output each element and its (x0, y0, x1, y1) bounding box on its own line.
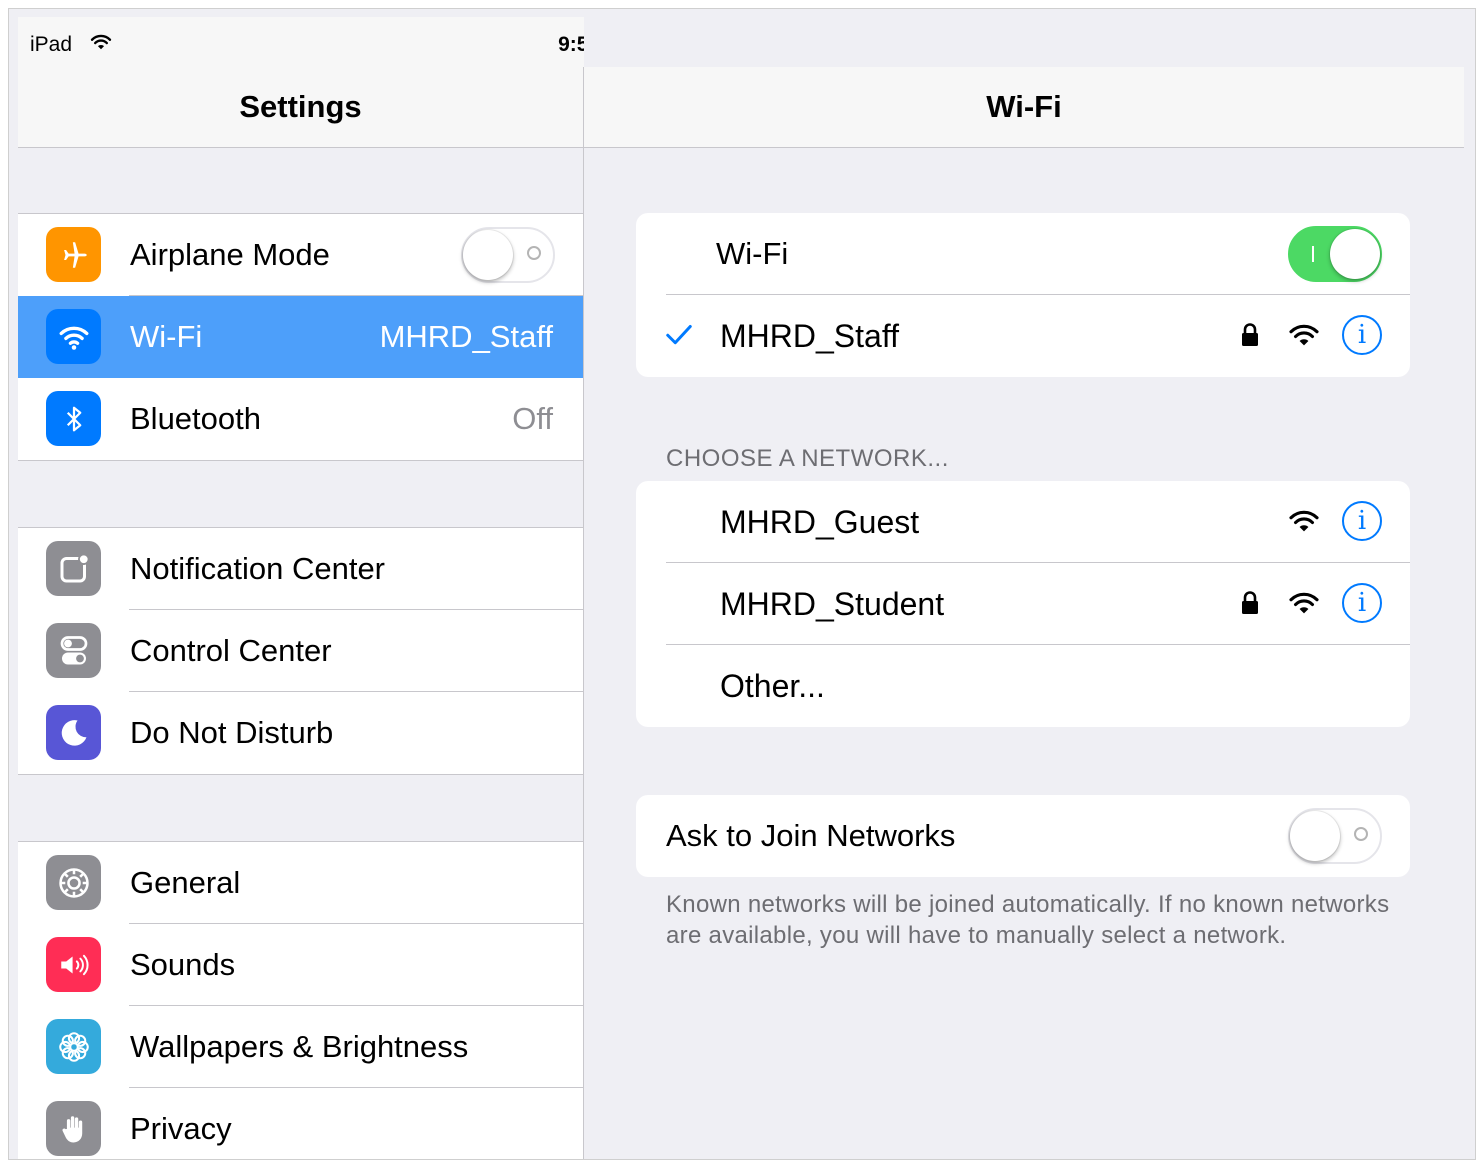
ipad-screen-frame: Settings Airplane Mode Wi-Fi MHRD_Staff … (8, 8, 1476, 1160)
detail-title: Wi-Fi (986, 89, 1062, 124)
available-networks-card: MHRD_Guest i MHRD_Student i Other... (636, 481, 1410, 727)
sidebar-group-centers: Notification Center Control Center Do No… (18, 527, 583, 775)
network-row-mhrd-student[interactable]: MHRD_Student i (636, 563, 1410, 645)
network-name: MHRD_Guest (720, 504, 920, 540)
wifi-detail-pane: Wi-Fi Wi-Fi MHRD_Staff i CHOOSE A NETWOR… (584, 17, 1464, 1159)
toggle-knob (1290, 811, 1340, 861)
signal-strength-icon (1288, 508, 1320, 539)
control-center-icon (46, 623, 101, 678)
hand-icon (46, 1101, 101, 1156)
lock-icon (1240, 590, 1260, 621)
connected-network-name: MHRD_Staff (720, 318, 900, 354)
sidebar-item-label: Airplane Mode (130, 237, 330, 272)
toggle-off-mark (527, 246, 541, 260)
sidebar-item-wifi[interactable]: Wi-Fi MHRD_Staff (18, 296, 583, 378)
lock-icon (1240, 322, 1260, 353)
sidebar-item-control-center[interactable]: Control Center (18, 610, 583, 692)
sidebar-item-privacy[interactable]: Privacy (18, 1088, 583, 1159)
choose-network-header: CHOOSE A NETWORK... (666, 445, 949, 472)
sidebar-item-label: Notification Center (130, 551, 386, 586)
sidebar-title: Settings (239, 89, 362, 124)
settings-sidebar: Settings Airplane Mode Wi-Fi MHRD_Staff … (18, 17, 584, 1159)
other-network-row[interactable]: Other... (636, 645, 1410, 727)
screen: Settings Airplane Mode Wi-Fi MHRD_Staff … (18, 17, 1464, 1159)
ask-to-join-card: Ask to Join Networks (636, 795, 1410, 877)
wifi-status-card: Wi-Fi MHRD_Staff i (636, 213, 1410, 377)
detail-header: Wi-Fi (584, 67, 1464, 148)
info-icon[interactable]: i (1342, 501, 1382, 541)
flower-icon (46, 1019, 101, 1074)
bluetooth-icon (46, 391, 101, 446)
sidebar-item-label: Wi-Fi (130, 319, 203, 354)
moon-icon (46, 705, 101, 760)
signal-strength-icon (1288, 322, 1320, 353)
sidebar-item-label: Bluetooth (130, 401, 261, 436)
sidebar-group-system: General Sounds Wallpapers & Brightness P… (18, 841, 583, 1159)
wifi-toggle-row: Wi-Fi (636, 213, 1410, 295)
ask-to-join-description: Known networks will be joined automatica… (666, 891, 1390, 949)
network-row-mhrd-guest[interactable]: MHRD_Guest i (636, 481, 1410, 563)
sidebar-item-label: General (130, 865, 241, 900)
signal-strength-icon (1288, 590, 1320, 621)
sidebar-item-label: Do Not Disturb (130, 715, 334, 750)
sidebar-item-general[interactable]: General (18, 842, 583, 924)
sidebar-item-value: MHRD_Staff (379, 319, 553, 354)
notification-center-icon (46, 541, 101, 596)
gear-icon (46, 855, 101, 910)
other-network-label: Other... (720, 668, 825, 704)
speaker-icon (46, 937, 101, 992)
wifi-toggle[interactable] (1288, 226, 1382, 282)
sidebar-item-wallpapers-brightness[interactable]: Wallpapers & Brightness (18, 1006, 583, 1088)
info-icon[interactable]: i (1342, 315, 1382, 355)
sidebar-item-bluetooth[interactable]: Bluetooth Off (18, 378, 583, 460)
toggle-on-mark (1312, 246, 1314, 262)
airplane-mode-toggle[interactable] (461, 227, 555, 283)
toggle-knob (1330, 229, 1380, 279)
checkmark-icon (664, 319, 694, 354)
sidebar-item-do-not-disturb[interactable]: Do Not Disturb (18, 692, 583, 774)
sidebar-item-label: Sounds (130, 947, 236, 982)
ask-to-join-toggle[interactable] (1288, 808, 1382, 864)
wifi-toggle-label: Wi-Fi (716, 236, 789, 271)
sidebar-header: Settings (18, 67, 583, 148)
sidebar-item-label: Wallpapers & Brightness (130, 1029, 469, 1064)
sidebar-group-connectivity: Airplane Mode Wi-Fi MHRD_Staff Bluetooth (18, 213, 583, 461)
wifi-icon (46, 309, 101, 364)
sidebar-item-notification-center[interactable]: Notification Center (18, 528, 583, 610)
connected-network-row[interactable]: MHRD_Staff i (636, 295, 1410, 377)
network-name: MHRD_Student (720, 586, 945, 622)
ask-to-join-row: Ask to Join Networks (636, 795, 1410, 877)
sidebar-item-sounds[interactable]: Sounds (18, 924, 583, 1006)
toggle-off-mark (1354, 827, 1368, 841)
info-icon[interactable]: i (1342, 583, 1382, 623)
toggle-knob (463, 230, 513, 280)
ask-to-join-label: Ask to Join Networks (666, 818, 956, 853)
sidebar-item-label: Privacy (130, 1111, 232, 1146)
sidebar-item-airplane-mode[interactable]: Airplane Mode (18, 214, 583, 296)
airplane-icon (46, 227, 101, 282)
sidebar-item-value: Off (512, 401, 553, 436)
sidebar-item-label: Control Center (130, 633, 332, 668)
